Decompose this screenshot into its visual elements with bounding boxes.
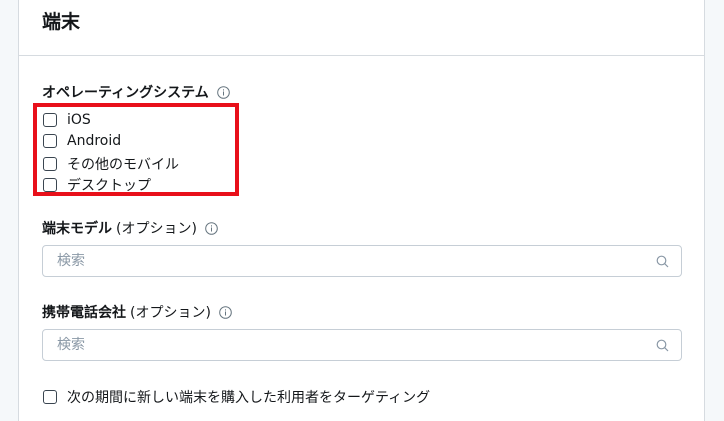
os-label-text: オペレーティングシステム <box>42 85 209 101</box>
info-icon[interactable] <box>205 221 218 235</box>
carrier-optional: (オプション) <box>130 305 211 321</box>
desktop-checkbox[interactable] <box>43 178 57 192</box>
carrier-label-text: 携帯電話会社 <box>42 305 126 321</box>
desktop-label: デスクトップ <box>67 178 151 194</box>
new-device-option[interactable]: 次の期間に新しい端末を購入した利用者をターゲティング <box>43 387 430 407</box>
device-model-search[interactable] <box>42 245 682 277</box>
os-option-desktop[interactable]: デスクトップ <box>43 175 151 195</box>
carrier-label: 携帯電話会社 (オプション) <box>42 302 232 322</box>
new-device-checkbox[interactable] <box>43 390 57 404</box>
ios-label: iOS <box>67 112 91 128</box>
device-model-label: 端末モデル (オプション) <box>42 218 218 238</box>
other-mobile-label: その他のモバイル <box>67 157 179 173</box>
device-model-search-input[interactable] <box>55 252 656 270</box>
card-header: 端末 <box>19 0 704 56</box>
carrier-search-input[interactable] <box>55 336 656 354</box>
carrier-search[interactable] <box>42 329 682 361</box>
android-label: Android <box>67 133 122 149</box>
card-title: 端末 <box>42 11 81 33</box>
os-option-android[interactable]: Android <box>43 133 121 149</box>
android-checkbox[interactable] <box>43 134 57 148</box>
info-icon[interactable] <box>216 85 230 99</box>
other-mobile-checkbox[interactable] <box>43 157 57 171</box>
ios-checkbox[interactable] <box>43 113 57 127</box>
new-device-label: 次の期間に新しい端末を購入した利用者をターゲティング <box>67 390 431 406</box>
device-model-optional: (オプション) <box>116 221 197 237</box>
os-option-ios[interactable]: iOS <box>43 112 91 128</box>
device-model-label-text: 端末モデル <box>42 221 112 237</box>
os-option-other-mobile[interactable]: その他のモバイル <box>43 154 179 174</box>
os-section-label: オペレーティングシステム <box>42 82 230 102</box>
search-icon <box>656 339 669 351</box>
search-icon <box>656 255 669 267</box>
device-settings-card: 端末 オペレーティングシステム iOS Android その他のモバイル デスク… <box>18 0 705 421</box>
info-icon[interactable] <box>219 305 232 319</box>
